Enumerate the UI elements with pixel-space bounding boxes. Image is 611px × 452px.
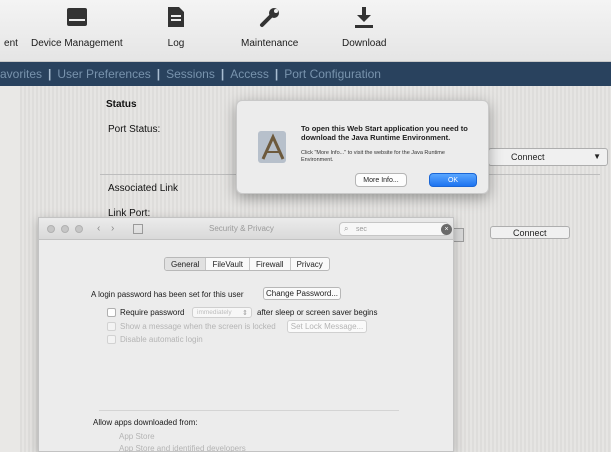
toolbar-label: Device Management [31,38,123,49]
tab-port-configuration[interactable]: Port Configuration [278,67,387,81]
toolbar-item-device-management[interactable]: Device Management [31,4,123,60]
identified-developers-option[interactable]: App Store and identified developers [119,444,246,452]
app-store-option[interactable]: App Store [119,432,155,441]
java-app-icon [255,129,291,165]
minimize-window-button[interactable] [61,225,69,233]
require-password-label: Require password [120,308,185,317]
grid-icon[interactable] [133,224,143,234]
associated-link-label: Associated Link [108,183,179,194]
server-icon [64,4,90,30]
top-toolbar: ent Device Management Log Maintenance Do… [0,0,611,62]
close-window-button[interactable] [47,225,55,233]
search-icon: ⌕ [344,224,349,233]
tab-favorites[interactable]: avorites [0,67,48,81]
alert-title: To open this Web Start application you n… [301,124,468,142]
link-port-select[interactable]: Connect [490,226,570,239]
tab-access[interactable]: Access [224,67,275,81]
ok-button[interactable]: OK [429,173,477,187]
window-title: Security & Privacy [209,224,274,233]
change-password-button[interactable]: Change Password... [263,287,341,300]
toolbar-label: Maintenance [241,38,299,49]
document-icon [163,4,189,30]
port-status-select[interactable]: Connect ▼ [488,148,608,166]
disable-login-checkbox[interactable] [107,335,116,344]
chevron-down-icon: ▼ [593,152,601,161]
set-lock-message-button[interactable]: Set Lock Message... [287,320,367,333]
download-icon [351,4,377,30]
allow-apps-label: Allow apps downloaded from: [93,418,198,427]
disable-login-label: Disable automatic login [120,335,203,344]
status-heading: Status [106,99,137,110]
nav-bar: avorites | User Preferences | Sessions |… [0,62,611,86]
tab-sessions[interactable]: Sessions [160,67,221,81]
more-info-button[interactable]: More Info... [355,173,407,187]
tab-privacy[interactable]: Privacy [291,258,329,270]
java-alert-dialog: To open this Web Start application you n… [236,100,489,194]
forward-icon[interactable]: › [111,223,114,234]
require-password-checkbox[interactable] [107,308,116,317]
back-icon[interactable]: ‹ [97,223,100,234]
zoom-window-button[interactable] [75,225,83,233]
stepper-icon: ⇕ [242,310,248,317]
show-message-checkbox[interactable] [107,322,116,331]
security-tabs: General FileVault Firewall Privacy [164,257,330,271]
tab-user-preferences[interactable]: User Preferences [51,67,156,81]
toolbar-item-download[interactable]: Download [342,4,386,60]
alert-body: Click "More Info..." to visit the websit… [301,150,445,163]
clear-search-icon[interactable]: × [441,224,452,235]
toolbar-item-maintenance[interactable]: Maintenance [241,4,298,60]
toolbar-item-log[interactable]: Log [163,4,189,60]
toolbar-label: ent [4,38,18,49]
window-titlebar: ‹ › Security & Privacy ⌕ sec × [39,218,453,240]
login-password-text: A login password has been set for this u… [91,290,244,299]
search-input[interactable]: ⌕ sec × [339,222,452,236]
tab-firewall[interactable]: Firewall [250,258,291,270]
wrench-icon [257,4,283,30]
show-message-label: Show a message when the screen is locked [120,322,276,331]
port-status-label: Port Status: [108,124,161,135]
toolbar-item-management[interactable]: ent [0,4,24,60]
toolbar-label: Download [342,38,387,49]
divider [99,410,399,411]
toolbar-label: Log [167,38,185,49]
tab-general[interactable]: General [165,258,207,270]
require-password-select[interactable]: immediately ⇕ [192,307,252,318]
after-sleep-label: after sleep or screen saver begins [257,308,378,317]
security-privacy-window: ‹ › Security & Privacy ⌕ sec × General F… [38,217,454,452]
tab-filevault[interactable]: FileVault [206,258,250,270]
